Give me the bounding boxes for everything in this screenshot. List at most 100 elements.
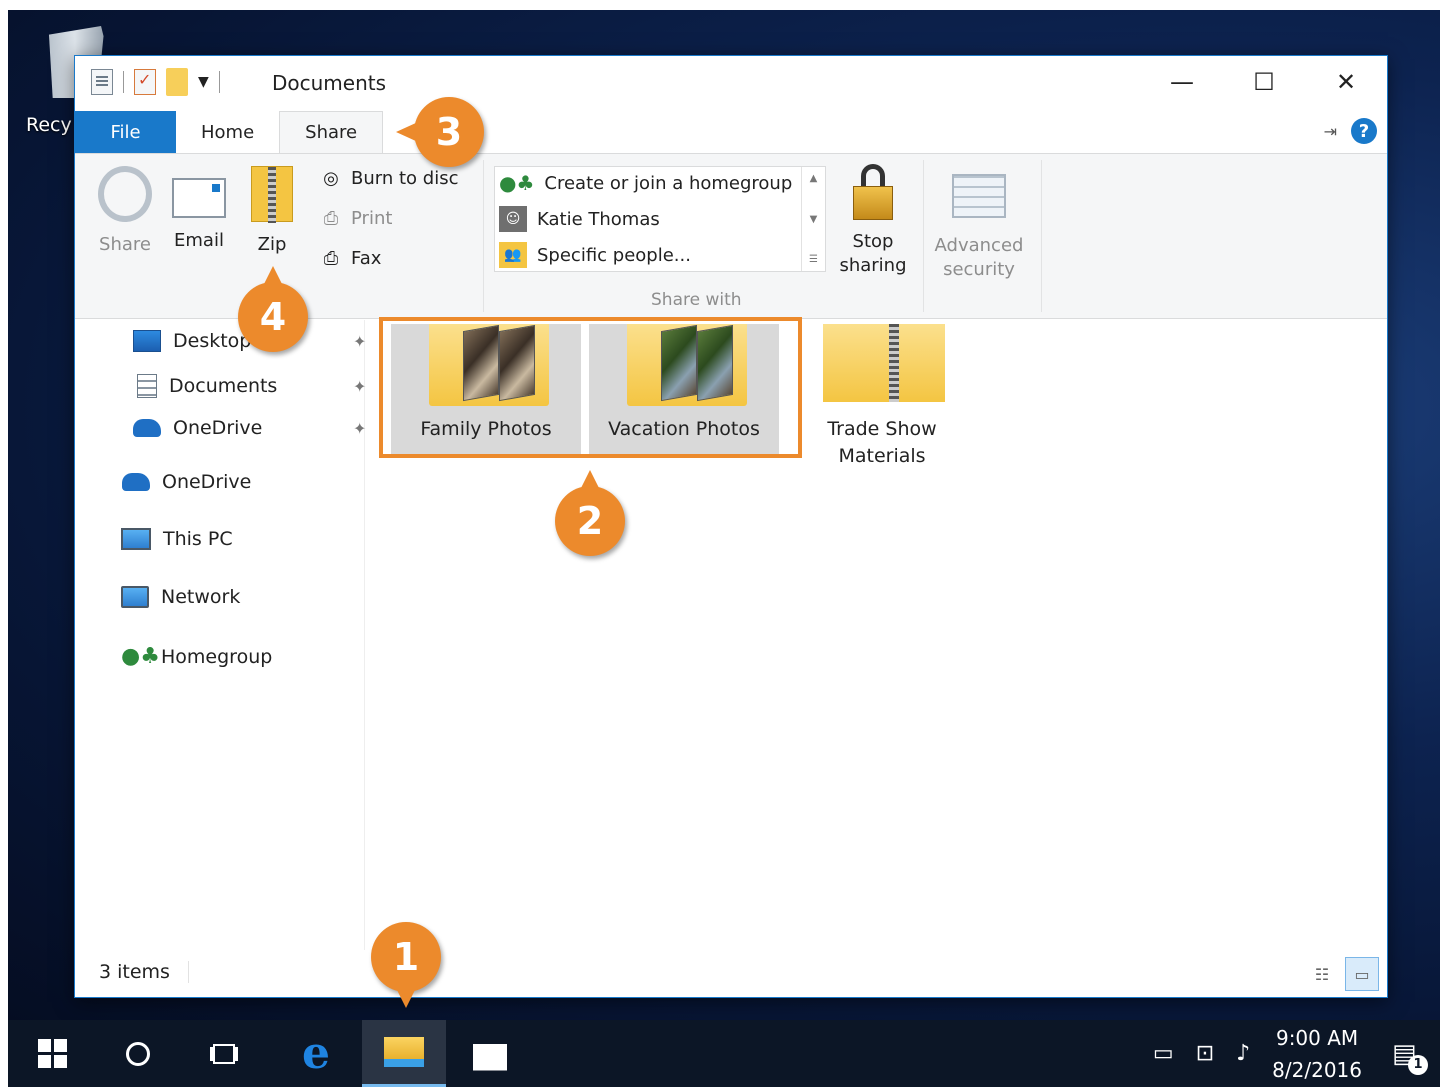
details-view-icon[interactable]: ☷ xyxy=(1305,957,1339,991)
zip-label: Zip xyxy=(257,234,287,255)
task-view-icon xyxy=(213,1043,235,1064)
nav-label: OneDrive xyxy=(173,417,263,439)
callout-1: 1 xyxy=(371,922,441,1008)
nav-label: This PC xyxy=(163,528,233,550)
nav-item-documents[interactable]: Documents ✦ xyxy=(137,374,366,398)
nav-item-this-pc[interactable]: This PC xyxy=(121,528,233,550)
divider xyxy=(218,71,220,93)
file-explorer-icon xyxy=(384,1037,424,1067)
pin-icon[interactable]: ✦ xyxy=(353,419,366,438)
network-icon xyxy=(121,586,149,608)
print-label: Print xyxy=(351,207,393,229)
folder-name-line1: Trade Show xyxy=(827,418,937,440)
advanced-security-button[interactable]: Advanced security xyxy=(931,164,1027,282)
nav-item-desktop[interactable]: Desktop ✦ xyxy=(133,330,366,352)
zip-folder-icon xyxy=(823,324,945,402)
cortana-button[interactable] xyxy=(96,1020,180,1087)
printer-icon: ⎙ xyxy=(323,207,339,229)
fax-button[interactable]: ⎙ Fax xyxy=(317,246,382,270)
group-divider xyxy=(483,160,484,312)
homegroup-icon: ●♣ xyxy=(121,644,160,669)
nav-item-network[interactable]: Network xyxy=(121,586,240,608)
help-button[interactable]: ? xyxy=(1351,118,1377,144)
burn-to-disc-button[interactable]: ◎ Burn to disc xyxy=(317,166,458,190)
email-button[interactable]: Email xyxy=(171,166,227,251)
nav-item-onedrive[interactable]: OneDrive xyxy=(122,471,251,493)
nav-label: Desktop xyxy=(173,330,252,352)
tab-file[interactable]: File xyxy=(75,111,176,153)
group-divider xyxy=(923,160,924,312)
pin-ribbon-icon[interactable]: ⇥ xyxy=(1324,122,1337,141)
pin-icon[interactable]: ✦ xyxy=(353,377,366,396)
edge-icon: e xyxy=(302,1027,330,1079)
large-icons-view-icon[interactable]: ▭ xyxy=(1345,957,1379,991)
clock-date: 8/2/2016 xyxy=(1272,1057,1362,1082)
share-with-label: Create or join a homegroup xyxy=(544,172,793,194)
tab-home[interactable]: Home xyxy=(176,111,279,153)
computer-icon xyxy=(121,528,151,550)
maximize-button[interactable]: ☐ xyxy=(1223,56,1305,108)
share-button[interactable]: Share xyxy=(95,166,155,255)
nav-item-onedrive-quick[interactable]: OneDrive ✦ xyxy=(133,417,366,439)
file-explorer-taskbar-button[interactable] xyxy=(362,1020,446,1087)
group-divider xyxy=(1041,160,1042,312)
stop-sharing-button[interactable]: Stop sharing xyxy=(833,164,913,278)
zip-icon xyxy=(251,166,293,223)
share-icon xyxy=(98,166,152,222)
status-bar: 3 items ☷ ▭ xyxy=(75,951,1387,997)
zip-button[interactable]: Zip xyxy=(249,166,295,255)
checklist-icon[interactable] xyxy=(134,69,156,95)
gallery-scrollbar[interactable]: ▲ ▼ ☰ xyxy=(801,167,825,271)
network-icon[interactable]: ⊡ xyxy=(1196,1041,1214,1066)
taskbar: e ▭ ⊡ ♪ 9:00 AM 8/2/2016 ▤ 1 xyxy=(0,1020,1440,1087)
disc-icon: ◎ xyxy=(323,167,339,189)
item-count: 3 items xyxy=(99,961,189,983)
cortana-icon xyxy=(126,1041,150,1066)
window-controls: — ☐ ✕ xyxy=(1141,56,1387,108)
nav-label: Homegroup xyxy=(161,645,273,668)
stop-sharing-line1: Stop xyxy=(852,231,894,252)
quick-access-toolbar: ▼ xyxy=(91,68,220,96)
share-with-item-specific-people[interactable]: 👥 Specific people... xyxy=(499,239,691,271)
nav-item-homegroup[interactable]: ●♣ Homegroup xyxy=(121,644,272,669)
task-view-button[interactable] xyxy=(182,1020,266,1087)
properties-icon[interactable] xyxy=(91,69,113,95)
onedrive-icon xyxy=(133,419,161,437)
fax-icon: ⎙ xyxy=(323,247,339,269)
new-folder-icon[interactable] xyxy=(166,68,188,96)
minimize-button[interactable]: — xyxy=(1141,56,1223,108)
callout-4: 4 xyxy=(238,266,308,352)
edge-button[interactable]: e xyxy=(274,1020,358,1087)
windows-icon xyxy=(37,1039,67,1068)
zip-folder-item[interactable]: Trade Show Materials xyxy=(787,324,977,467)
ribbon-right-controls: ⇥ ? xyxy=(1324,118,1377,144)
print-button[interactable]: ⎙ Print xyxy=(317,206,393,230)
homegroup-icon: ●♣ xyxy=(499,171,535,195)
onedrive-icon xyxy=(122,473,150,491)
close-button[interactable]: ✕ xyxy=(1305,56,1387,108)
divider xyxy=(123,71,124,93)
customize-dropdown-icon[interactable]: ▼ xyxy=(198,74,209,90)
gallery-expand-icon[interactable]: ☰ xyxy=(809,254,818,265)
volume-icon[interactable]: ♪ xyxy=(1236,1041,1250,1066)
folder-name-line2: Materials xyxy=(838,445,926,467)
share-with-item-user[interactable]: ☺ Katie Thomas xyxy=(499,203,660,235)
system-tray: ▭ ⊡ ♪ 9:00 AM 8/2/2016 ▤ 1 xyxy=(1153,1020,1440,1087)
start-button[interactable] xyxy=(10,1020,94,1087)
file-explorer-window: ▼ Documents — ☐ ✕ File Home Share ⇥ ? Sh… xyxy=(74,55,1388,998)
battery-icon[interactable]: ▭ xyxy=(1153,1041,1174,1066)
callout-3: 3 xyxy=(396,97,484,167)
scroll-up-icon[interactable]: ▲ xyxy=(810,173,818,184)
share-with-item-homegroup[interactable]: ●♣ Create or join a homegroup xyxy=(499,167,792,199)
tab-share[interactable]: Share xyxy=(279,111,384,153)
desktop-icon xyxy=(133,330,161,352)
clock[interactable]: 9:00 AM 8/2/2016 xyxy=(1272,1022,1362,1086)
pin-icon[interactable]: ✦ xyxy=(353,332,366,351)
email-icon xyxy=(172,178,226,218)
action-center-button[interactable]: ▤ 1 xyxy=(1392,1039,1428,1075)
store-button[interactable] xyxy=(448,1020,532,1087)
scroll-down-icon[interactable]: ▼ xyxy=(810,214,818,225)
nav-label: Documents xyxy=(169,375,278,397)
burn-label: Burn to disc xyxy=(351,167,459,189)
lock-icon xyxy=(853,164,893,220)
